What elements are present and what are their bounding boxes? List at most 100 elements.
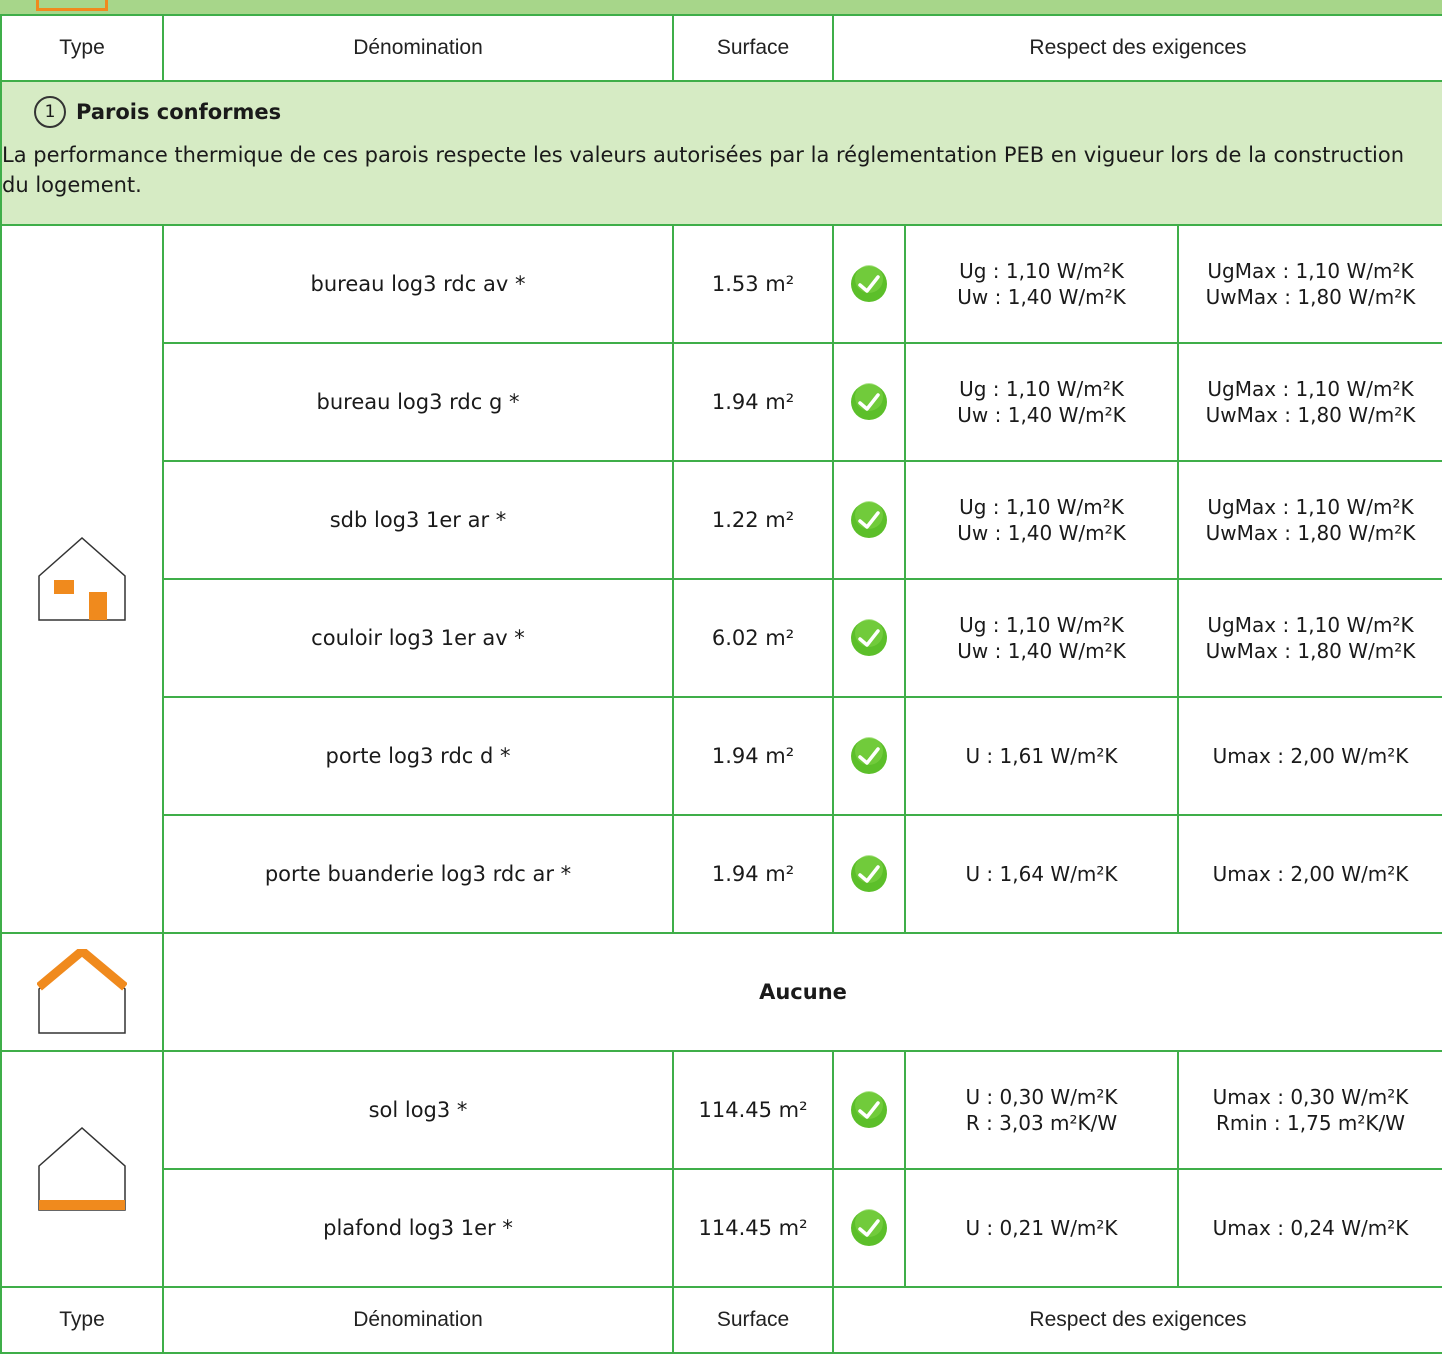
check-ok-icon	[851, 855, 887, 892]
measured-values: Ug : 1,10 W/m²K Uw : 1,40 W/m²K	[904, 342, 1179, 462]
denomination-cell: sdb log3 1er ar *	[162, 460, 674, 580]
surface-cell: 1.53 m²	[672, 224, 834, 344]
table-row: bureau log3 rdc av * 1.53 m² Ug : 1,10 W…	[0, 224, 1442, 934]
section-description: La performance thermique de ces parois r…	[2, 143, 1405, 197]
value-line-1: Ug : 1,10 W/m²K	[959, 613, 1124, 637]
check-ok-icon	[851, 265, 887, 302]
header-respect: Respect des exigences	[832, 14, 1442, 82]
check-ok-icon	[851, 737, 887, 774]
value-line-1: U : 1,61 W/m²K	[965, 744, 1118, 768]
value-line-1: U : 1,64 W/m²K	[965, 862, 1118, 886]
header-type: Type	[0, 14, 164, 82]
parois-table: Type Dénomination Surface Respect des ex…	[0, 14, 1442, 1354]
value-line-2: Uw : 1,40 W/m²K	[957, 403, 1126, 427]
table-row: porte buanderie log3 rdc ar * 1.94 m² U …	[1, 814, 1442, 934]
max-line-1: UgMax : 1,10 W/m²K	[1207, 613, 1414, 637]
value-line-2: Uw : 1,40 W/m²K	[957, 285, 1126, 309]
max-values: UgMax : 1,10 W/m²K UwMax : 1,80 W/m²K	[1177, 224, 1442, 344]
denomination-cell: porte buanderie log3 rdc ar *	[162, 814, 674, 934]
denomination-cell: porte log3 rdc d *	[162, 696, 674, 816]
max-values: Umax : 0,30 W/m²K Rmin : 1,75 m²K/W	[1177, 1050, 1442, 1170]
surface-cell: 114.45 m²	[672, 1050, 834, 1170]
surface-cell: 1.94 m²	[672, 814, 834, 934]
max-values: UgMax : 1,10 W/m²K UwMax : 1,80 W/m²K	[1177, 342, 1442, 462]
header-denomination: Dénomination	[162, 14, 674, 82]
footer-respect: Respect des exigences	[832, 1286, 1442, 1354]
status-cell	[832, 1050, 906, 1170]
status-cell	[832, 1168, 906, 1288]
section-row: 1 Parois conformes La performance thermi…	[0, 80, 1442, 226]
max-line-1: Umax : 0,24 W/m²K	[1212, 1216, 1409, 1240]
check-ok-icon	[851, 619, 887, 656]
value-line-1: Ug : 1,10 W/m²K	[959, 377, 1124, 401]
peb-walls-table-page: Type Dénomination Surface Respect des ex…	[0, 0, 1442, 1354]
max-line-1: Umax : 0,30 W/m²K	[1212, 1085, 1409, 1109]
max-values: Umax : 2,00 W/m²K	[1177, 814, 1442, 934]
measured-values: Ug : 1,10 W/m²K Uw : 1,40 W/m²K	[904, 460, 1179, 580]
status-cell	[832, 814, 906, 934]
house-floor-icon	[38, 1126, 126, 1211]
denomination-cell: bureau log3 rdc g *	[162, 342, 674, 462]
value-line-2: Uw : 1,40 W/m²K	[957, 521, 1126, 545]
max-line-1: Umax : 2,00 W/m²K	[1212, 744, 1409, 768]
check-ok-icon	[851, 383, 887, 420]
measured-values: Ug : 1,10 W/m²K Uw : 1,40 W/m²K	[904, 224, 1179, 344]
table-header: Type Dénomination Surface Respect des ex…	[0, 14, 1442, 82]
house-windows-icon	[38, 536, 126, 621]
footer-denomination: Dénomination	[162, 1286, 674, 1354]
status-cell	[832, 696, 906, 816]
house-roof-icon	[37, 949, 127, 1034]
surface-cell: 1.94 m²	[672, 696, 834, 816]
section-number-icon: 1	[34, 96, 66, 128]
section-title-text: Parois conformes	[76, 100, 282, 124]
max-line-2: UwMax : 1,80 W/m²K	[1205, 285, 1416, 309]
value-line-2: R : 3,03 m²K/W	[965, 1111, 1118, 1135]
denomination-cell: sol log3 *	[162, 1050, 674, 1170]
max-line-2: UwMax : 1,80 W/m²K	[1205, 521, 1416, 545]
surface-cell: 1.94 m²	[672, 342, 834, 462]
section-title: 1 Parois conformes	[34, 96, 1442, 128]
table-row: plafond log3 1er * 114.45 m² U : 0,21 W/…	[1, 1168, 1442, 1288]
max-line-1: UgMax : 1,10 W/m²K	[1207, 377, 1414, 401]
check-ok-icon	[851, 501, 887, 538]
max-values: Umax : 2,00 W/m²K	[1177, 696, 1442, 816]
max-line-1: Umax : 2,00 W/m²K	[1212, 862, 1409, 886]
house-icon-fragment	[36, 0, 108, 11]
surface-cell: 1.22 m²	[672, 460, 834, 580]
footer-surface: Surface	[672, 1286, 834, 1354]
status-cell	[832, 342, 906, 462]
status-cell	[832, 578, 906, 698]
status-cell	[832, 460, 906, 580]
denomination-cell: plafond log3 1er *	[162, 1168, 674, 1288]
max-line-2: UwMax : 1,80 W/m²K	[1205, 403, 1416, 427]
measured-values: U : 0,30 W/m²K R : 3,03 m²K/W	[904, 1050, 1179, 1170]
type-cell-roof	[0, 932, 164, 1052]
measured-values: U : 1,64 W/m²K	[904, 814, 1179, 934]
roof-none-text: Aucune	[162, 932, 1442, 1052]
table-row: sol log3 * 114.45 m² U : 0,30 W/m²K R : 3…	[0, 1050, 1442, 1288]
roof-row: Aucune	[0, 932, 1442, 1052]
max-line-1: UgMax : 1,10 W/m²K	[1207, 495, 1414, 519]
value-line-1: Ug : 1,10 W/m²K	[959, 495, 1124, 519]
max-values: Umax : 0,24 W/m²K	[1177, 1168, 1442, 1288]
table-row: bureau log3 rdc g * 1.94 m² Ug : 1,10 W/…	[1, 342, 1442, 462]
max-line-1: UgMax : 1,10 W/m²K	[1207, 259, 1414, 283]
measured-values: Ug : 1,10 W/m²K Uw : 1,40 W/m²K	[904, 578, 1179, 698]
value-line-1: Ug : 1,10 W/m²K	[959, 259, 1124, 283]
surface-cell: 6.02 m²	[672, 578, 834, 698]
table-row: porte log3 rdc d * 1.94 m² U : 1,61 W/m²…	[1, 696, 1442, 816]
check-ok-icon	[851, 1209, 887, 1246]
check-ok-icon	[851, 1091, 887, 1128]
measured-values: U : 0,21 W/m²K	[904, 1168, 1179, 1288]
table-footer: Type Dénomination Surface Respect des ex…	[0, 1286, 1442, 1354]
max-values: UgMax : 1,10 W/m²K UwMax : 1,80 W/m²K	[1177, 460, 1442, 580]
table-row: couloir log3 1er av * 6.02 m² Ug : 1,10 …	[1, 578, 1442, 698]
status-cell	[832, 224, 906, 344]
header-surface: Surface	[672, 14, 834, 82]
value-line-2: Uw : 1,40 W/m²K	[957, 639, 1126, 663]
table-row: sdb log3 1er ar * 1.22 m² Ug : 1,10 W/m²…	[1, 460, 1442, 580]
footer-type: Type	[0, 1286, 164, 1354]
max-values: UgMax : 1,10 W/m²K UwMax : 1,80 W/m²K	[1177, 578, 1442, 698]
type-cell-floor	[0, 1050, 164, 1288]
max-line-2: UwMax : 1,80 W/m²K	[1205, 639, 1416, 663]
